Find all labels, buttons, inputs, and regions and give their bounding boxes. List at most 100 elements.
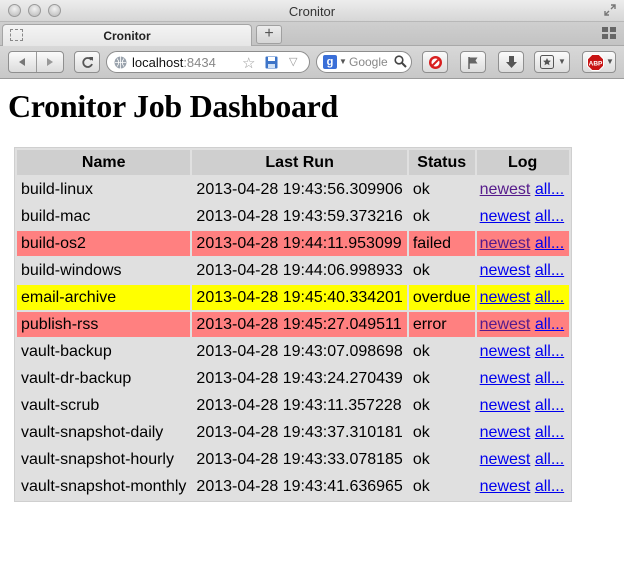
newest-log-link[interactable]: newest [480, 478, 531, 495]
job-status: overdue [408, 285, 475, 310]
download-icon [506, 56, 517, 68]
back-forward-buttons [8, 51, 64, 73]
job-last-run: 2013-04-28 19:43:37.310181 [196, 423, 403, 441]
window-title: Cronitor [288, 4, 336, 19]
job-log: newest all... [477, 177, 569, 202]
job-log: newest all... [476, 285, 569, 310]
job-log: newest all... [477, 366, 569, 391]
job-name: build-mac [21, 207, 91, 225]
table-row: vault-scrub 2013-04-28 19:43:11.357228 o… [17, 393, 569, 418]
job-name: build-linux [21, 180, 94, 198]
google-icon[interactable]: g [323, 55, 337, 69]
job-name: vault-dr-backup [21, 369, 132, 387]
all-logs-link[interactable]: all... [535, 451, 564, 468]
globe-icon [114, 56, 127, 69]
job-status: ok [412, 423, 430, 441]
bookmark-icon [540, 55, 554, 69]
flag-icon [468, 57, 478, 69]
all-logs-link[interactable]: all... [535, 478, 564, 495]
all-logs-link[interactable]: all... [535, 262, 564, 279]
favicon-placeholder-icon [10, 29, 23, 41]
flag-button[interactable] [460, 51, 486, 73]
address-bar[interactable]: localhost:8434 ☆ ▽ [106, 51, 310, 73]
newest-log-link[interactable]: newest [480, 208, 531, 225]
newest-log-link[interactable]: newest [480, 397, 531, 414]
tabs-menu-icon[interactable] [602, 27, 616, 40]
newest-log-link[interactable]: newest [480, 289, 531, 306]
job-last-run: 2013-04-28 19:43:07.098698 [196, 342, 403, 360]
all-logs-link[interactable]: all... [535, 208, 564, 225]
tab-cronitor[interactable]: Cronitor [2, 24, 252, 46]
all-logs-link[interactable]: all... [535, 316, 564, 333]
job-log: newest all... [477, 447, 569, 472]
all-logs-link[interactable]: all... [535, 235, 564, 252]
job-status: ok [412, 369, 430, 387]
stop-button[interactable] [422, 51, 448, 73]
newest-log-link[interactable]: newest [480, 451, 531, 468]
job-log: newest all... [477, 474, 569, 499]
search-bar[interactable]: g ▼ Google [316, 51, 412, 73]
newest-log-link[interactable]: newest [480, 424, 531, 441]
table-row: email-archive 2013-04-28 19:45:40.334201… [17, 285, 569, 310]
newest-log-link[interactable]: newest [480, 181, 531, 198]
job-name: vault-snapshot-monthly [21, 477, 187, 495]
new-tab-button[interactable]: + [256, 25, 282, 44]
table-row: vault-snapshot-hourly 2013-04-28 19:43:3… [17, 447, 569, 472]
jobs-table: Name Last Run Status Log build-linux 201… [14, 147, 572, 502]
all-logs-link[interactable]: all... [535, 424, 564, 441]
all-logs-link[interactable]: all... [535, 289, 564, 306]
job-last-run: 2013-04-28 19:43:11.357228 [196, 396, 402, 414]
chevron-down-icon: ▼ [606, 57, 614, 66]
search-icon[interactable] [394, 55, 407, 68]
all-logs-link[interactable]: all... [535, 397, 564, 414]
job-log: newest all... [477, 339, 569, 364]
chevron-down-icon: ▼ [558, 57, 566, 66]
svg-text:ABP: ABP [589, 61, 603, 68]
job-status: ok [412, 207, 430, 225]
newest-log-link[interactable]: newest [480, 343, 531, 360]
bookmarks-button[interactable]: ▼ [534, 51, 570, 73]
tab-title: Cronitor [103, 29, 151, 43]
table-row: build-mac 2013-04-28 19:43:59.373216 ok … [17, 204, 569, 229]
adblock-button[interactable]: ABP ▼ [582, 51, 616, 73]
download-button[interactable] [498, 51, 524, 73]
forward-icon[interactable] [45, 57, 55, 67]
all-logs-link[interactable]: all... [535, 181, 564, 198]
job-name: vault-snapshot-daily [21, 423, 164, 441]
url-text: localhost:8434 [132, 55, 216, 70]
newest-log-link[interactable]: newest [480, 262, 531, 279]
save-icon[interactable] [265, 56, 278, 69]
back-icon[interactable] [17, 57, 27, 67]
url-history-dropdown-icon[interactable]: ▽ [289, 55, 297, 68]
fullscreen-icon[interactable] [604, 4, 616, 16]
job-last-run: 2013-04-28 19:43:56.309906 [196, 180, 403, 198]
search-engine-dropdown-icon[interactable]: ▼ [339, 57, 347, 66]
column-header-last-run: Last Run [192, 150, 407, 175]
job-name: vault-snapshot-hourly [21, 450, 174, 468]
job-log: newest all... [477, 420, 569, 445]
all-logs-link[interactable]: all... [535, 343, 564, 360]
all-logs-link[interactable]: all... [535, 370, 564, 387]
reload-icon [82, 57, 93, 68]
table-row: build-os2 2013-04-28 19:44:11.953099 fai… [17, 231, 569, 256]
job-status: failed [408, 231, 475, 256]
job-status: ok [412, 342, 430, 360]
newest-log-link[interactable]: newest [480, 235, 531, 252]
search-input[interactable]: Google [349, 55, 388, 69]
job-last-run: 2013-04-28 19:45:27.049511 [192, 312, 407, 337]
job-log: newest all... [477, 258, 569, 283]
table-row: build-linux 2013-04-28 19:43:56.309906 o… [17, 177, 569, 202]
job-last-run: 2013-04-28 19:44:11.953099 [192, 231, 407, 256]
column-header-log: Log [476, 150, 569, 175]
newest-log-link[interactable]: newest [480, 316, 531, 333]
stop-icon [429, 56, 442, 69]
star-icon[interactable]: ☆ [242, 54, 255, 72]
job-name: build-windows [21, 261, 122, 279]
table-row: publish-rss 2013-04-28 19:45:27.049511 e… [17, 312, 569, 337]
newest-log-link[interactable]: newest [480, 370, 531, 387]
job-status: ok [412, 450, 430, 468]
reload-button[interactable] [74, 51, 100, 73]
job-log: newest all... [477, 393, 569, 418]
job-status: ok [412, 261, 430, 279]
table-row: build-windows 2013-04-28 19:44:06.998933… [17, 258, 569, 283]
